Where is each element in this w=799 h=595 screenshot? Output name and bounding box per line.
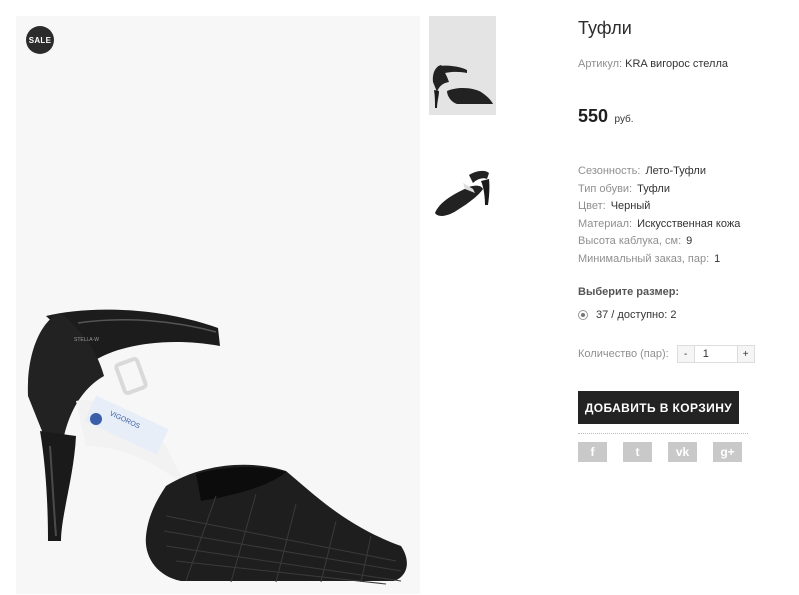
add-to-cart-button[interactable]: ДОБАВИТЬ В КОРЗИНУ bbox=[578, 391, 739, 424]
quantity-increase-button[interactable]: + bbox=[736, 345, 755, 363]
property-label: Минимальный заказ, пар: bbox=[578, 252, 710, 265]
strap-label: STELLA-W bbox=[74, 337, 99, 343]
property-row: Тип обуви: Туфли bbox=[578, 181, 740, 199]
product-properties: Сезонность: Лето-Туфли Тип обуви: Туфли Цв… bbox=[578, 163, 740, 269]
quantity-label: Количество (пар): bbox=[578, 348, 669, 360]
quantity-input[interactable]: 1 bbox=[694, 345, 737, 363]
property-row: Сезонность: Лето-Туфли bbox=[578, 163, 740, 181]
property-row: Материал: Искусственная кожа bbox=[578, 216, 740, 234]
facebook-icon[interactable]: f bbox=[578, 442, 607, 462]
property-value: 9 bbox=[686, 235, 693, 248]
shoe-image: VIGOROS STELLA-W bbox=[27, 309, 407, 585]
thumbnail-2[interactable] bbox=[429, 143, 496, 233]
main-product-image[interactable]: VIGOROS STELLA-W SALE bbox=[16, 16, 420, 594]
quantity-decrease-button[interactable]: - bbox=[676, 345, 695, 363]
property-label: Сезонность: bbox=[578, 165, 641, 177]
property-row: Цвет: Черный bbox=[578, 198, 740, 216]
property-value: Туфли bbox=[637, 182, 670, 195]
size-heading: Выберите размер: bbox=[578, 286, 680, 298]
product-sku: Артикул: KRA вигорос стелла bbox=[578, 58, 728, 70]
property-label: Высота каблука, см: bbox=[578, 235, 682, 248]
twitter-icon[interactable]: t bbox=[623, 442, 652, 462]
property-label: Материал: bbox=[578, 217, 633, 230]
property-row: Высота каблука, см: 9 bbox=[578, 233, 740, 251]
property-label: Цвет: bbox=[578, 200, 606, 213]
size-radio[interactable] bbox=[578, 310, 588, 320]
property-value: Искусственная кожа bbox=[637, 217, 741, 230]
property-value: Лето-Туфли bbox=[645, 165, 706, 177]
quantity-stepper: Количество (пар): - 1 + bbox=[578, 345, 755, 363]
product-title: Туфли bbox=[578, 18, 632, 38]
sku-value: KRA вигорос стелла bbox=[625, 58, 728, 70]
thumbnail-1[interactable] bbox=[429, 16, 496, 115]
divider bbox=[578, 433, 748, 434]
property-row: Минимальный заказ, пар: 1 bbox=[578, 251, 740, 269]
size-option-37[interactable]: 37 / доступно: 2 bbox=[578, 309, 676, 321]
property-value: Черный bbox=[610, 200, 651, 213]
shoe-thumbnail-icon bbox=[432, 65, 493, 108]
shoe-thumbnail-icon bbox=[435, 170, 490, 216]
property-label: Тип обуви: bbox=[578, 182, 633, 195]
vk-icon[interactable]: vk bbox=[668, 442, 697, 462]
sale-badge: SALE bbox=[26, 26, 54, 54]
price-value: 550 bbox=[578, 106, 609, 126]
google-plus-icon[interactable]: g+ bbox=[713, 442, 742, 462]
product-price: 550 руб. bbox=[578, 106, 634, 127]
size-option-label: 37 / доступно: 2 bbox=[596, 309, 677, 321]
sku-label: Артикул: bbox=[578, 58, 623, 70]
social-share: f t vk g+ bbox=[578, 442, 758, 462]
price-currency: руб. bbox=[614, 114, 634, 125]
property-value: 1 bbox=[714, 252, 721, 265]
